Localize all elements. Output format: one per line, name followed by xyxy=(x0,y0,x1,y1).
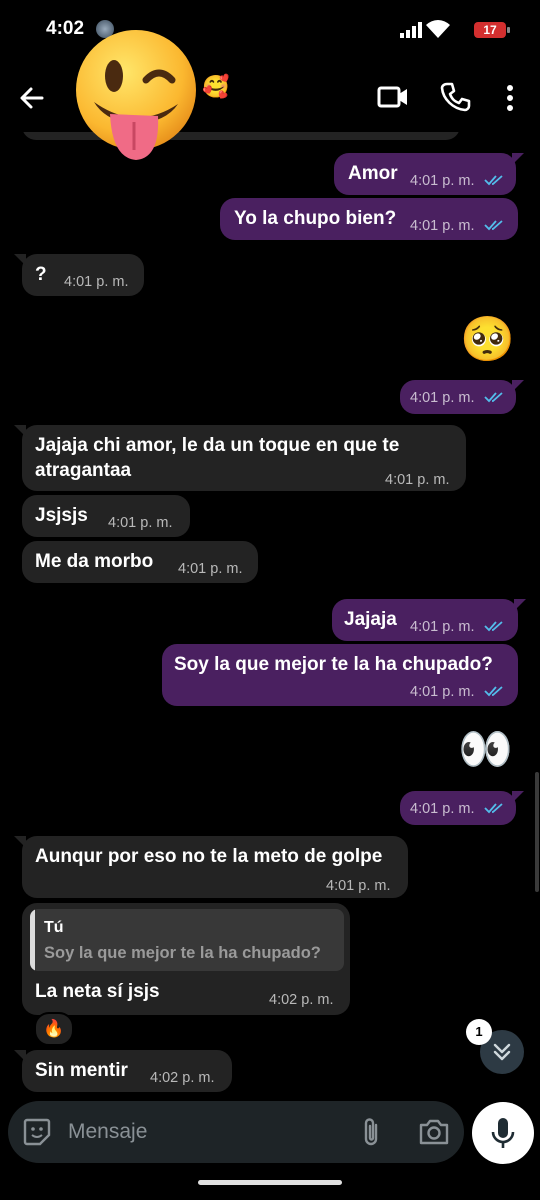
paperclip-attach-icon[interactable] xyxy=(358,1116,384,1148)
bubble-tail xyxy=(14,254,26,266)
quote-author: Tú xyxy=(44,919,64,936)
bubble-tail xyxy=(512,380,524,392)
fire-reaction-emoji[interactable]: 🔥 xyxy=(34,1012,74,1046)
voice-record-button[interactable] xyxy=(472,1102,534,1164)
unread-count-badge: 1 xyxy=(466,1019,492,1045)
double-check-read-icon xyxy=(484,392,503,403)
message-text: Me da morbo xyxy=(35,551,154,572)
message-bubble-out[interactable]: Soy la que mejor te la ha chupado? 4:01 … xyxy=(162,644,518,706)
message-time: 4:02 p. m. xyxy=(269,992,334,1008)
message-time: 4:01 p. m. xyxy=(326,878,391,894)
battery-level: 17 xyxy=(483,23,497,37)
message-bubble-in[interactable]: Jajaja chi amor, le da un toque en que t… xyxy=(14,425,466,491)
quote-text: Soy la que mejor te la ha chupado? xyxy=(44,944,321,962)
home-indicator[interactable] xyxy=(198,1180,342,1185)
battery-tip xyxy=(507,27,510,33)
message-bubble-out[interactable]: 4:01 p. m. xyxy=(400,791,524,825)
double-check-read-icon xyxy=(484,621,503,632)
message-text: ? xyxy=(35,264,47,285)
wifi-icon xyxy=(426,20,450,38)
signal-icon xyxy=(400,22,422,38)
message-bubble-in-reply[interactable]: Tú Soy la que mejor te la ha chupado? La… xyxy=(22,903,350,1015)
message-time: 4:01 p. m. xyxy=(410,173,475,189)
message-time: 4:01 p. m. xyxy=(410,218,475,234)
message-time: 4:01 p. m. xyxy=(64,274,129,290)
message-time: 4:01 p. m. xyxy=(410,801,475,817)
message-composer xyxy=(8,1101,464,1163)
winking-tongue-face-sticker-icon xyxy=(76,30,196,160)
eyes-emoji[interactable]: 👀 xyxy=(458,728,513,772)
bubble-tail xyxy=(14,1050,26,1062)
message-bubble-in[interactable]: Aunqur por eso no te la meto de golpe 4:… xyxy=(14,836,408,898)
message-text-line-1: Jajaja chi amor, le da un toque en que t… xyxy=(35,435,400,456)
bubble-tail xyxy=(512,791,524,803)
message-text: Jajaja xyxy=(344,609,397,630)
message-bubble-in[interactable]: ? 4:01 p. m. xyxy=(14,254,144,296)
message-list[interactable]: Amor 4:01 p. m. Yo la chupo bien? 4:01 p… xyxy=(0,132,540,1097)
double-check-read-icon xyxy=(484,175,503,186)
more-options-icon[interactable] xyxy=(500,82,520,114)
message-text: La neta sí jsjs xyxy=(35,981,160,1002)
microphone-icon xyxy=(491,1118,515,1148)
double-check-read-icon xyxy=(484,803,503,814)
message-bubble-in[interactable]: Jsjsjs 4:01 p. m. xyxy=(22,495,190,537)
message-text: Jsjsjs xyxy=(35,505,88,526)
message-bubble-out[interactable]: Yo la chupo bien? 4:01 p. m. xyxy=(220,198,518,240)
camera-icon[interactable] xyxy=(418,1117,450,1147)
double-check-read-icon xyxy=(484,220,503,231)
message-bubble-in[interactable]: Sin mentir 4:02 p. m. xyxy=(14,1050,232,1092)
message-time: 4:01 p. m. xyxy=(410,390,475,406)
message-text: Soy la que mejor te la ha chupado? xyxy=(174,654,493,675)
phone-call-icon[interactable] xyxy=(438,80,472,114)
bubble-tail xyxy=(14,836,26,848)
bubble-tail xyxy=(14,425,26,437)
message-time: 4:02 p. m. xyxy=(150,1070,215,1086)
battery-icon: 17 xyxy=(474,22,506,38)
pleading-face-emoji[interactable]: 🥺 xyxy=(460,318,515,362)
message-bubble-in[interactable]: Me da morbo 4:01 p. m. xyxy=(22,541,258,583)
contact-name-emoji[interactable]: 🥰 xyxy=(202,74,229,100)
double-check-read-icon xyxy=(484,686,503,697)
message-time: 4:01 p. m. xyxy=(410,619,475,635)
message-bubble-out[interactable]: Amor 4:01 p. m. xyxy=(334,153,524,195)
bubble-tail xyxy=(512,153,524,165)
message-time: 4:01 p. m. xyxy=(385,472,450,488)
message-text: Aunqur por eso no te la meto de golpe xyxy=(35,846,383,867)
message-text: Sin mentir xyxy=(35,1060,128,1081)
message-bubble-out[interactable]: Jajaja 4:01 p. m. xyxy=(332,599,526,641)
message-time: 4:01 p. m. xyxy=(410,684,475,700)
video-call-icon[interactable] xyxy=(376,82,410,112)
message-input[interactable] xyxy=(68,1101,338,1163)
back-arrow-icon[interactable] xyxy=(16,82,48,114)
message-time: 4:01 p. m. xyxy=(178,561,243,577)
message-text: Amor xyxy=(348,163,398,184)
quote-bar xyxy=(30,909,35,971)
sticker-emoji-icon[interactable] xyxy=(22,1117,52,1147)
bubble-tail xyxy=(514,599,526,611)
scrollbar-thumb[interactable] xyxy=(535,772,539,892)
quoted-message[interactable]: Tú Soy la que mejor te la ha chupado? xyxy=(30,909,344,971)
message-bubble-out[interactable]: 4:01 p. m. xyxy=(400,380,524,414)
message-text-line-2: atragantaa xyxy=(35,460,132,481)
message-text: Yo la chupo bien? xyxy=(234,208,397,229)
message-time: 4:01 p. m. xyxy=(108,515,173,531)
